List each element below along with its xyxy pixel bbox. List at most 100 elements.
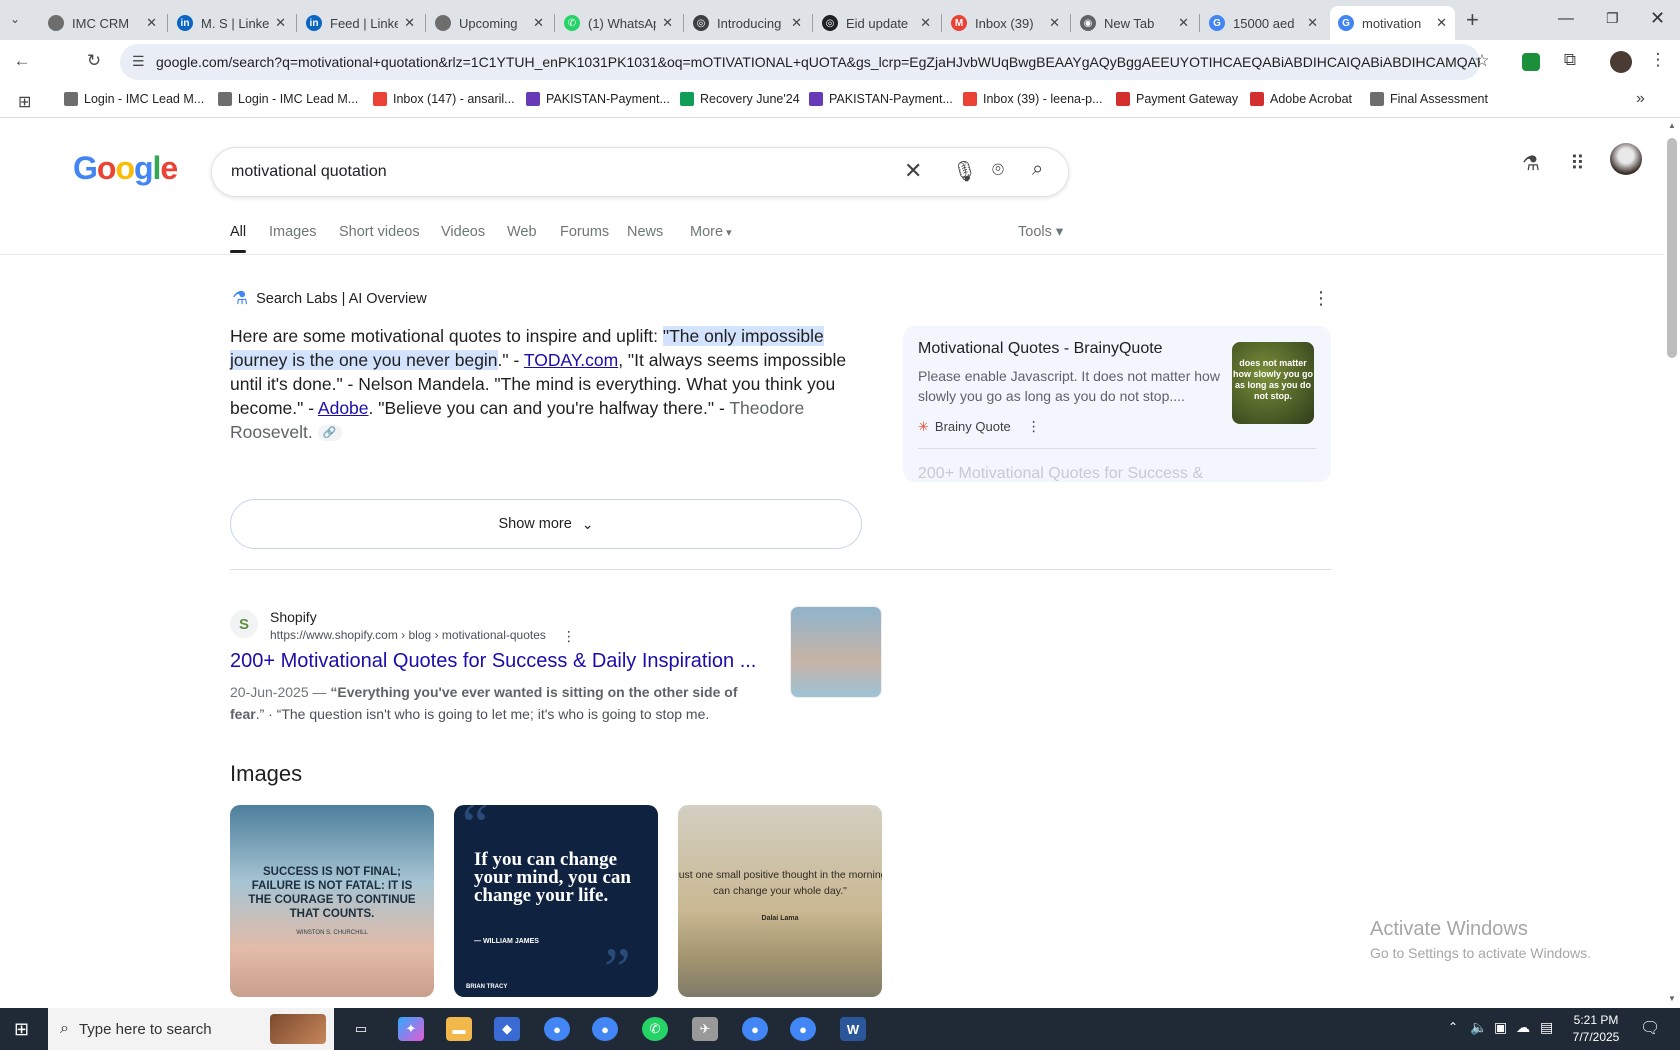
tab-search-chevron-icon[interactable]: ⌄ (10, 12, 20, 26)
tab-4[interactable]: Upcoming ✕ (427, 6, 552, 40)
bookmark-item[interactable]: Inbox (147) - ansaril... (373, 92, 515, 106)
tab-3[interactable]: in Feed | LinkedIn ✕ (298, 6, 423, 40)
tab-7[interactable]: ◎ Eid update ✕ (814, 6, 939, 40)
more-options-icon[interactable]: ⋮ (562, 628, 576, 645)
chrome-icon[interactable]: ● (790, 1017, 816, 1041)
apps-grid-icon[interactable]: ⊞ (18, 92, 31, 112)
tools-menu[interactable]: Tools ▾ (1018, 224, 1063, 240)
scroll-down-icon[interactable]: ▼ (1668, 994, 1676, 1003)
tab-2[interactable]: in M. S | LinkedIn ✕ (169, 6, 294, 40)
network-icon[interactable]: ▤ (1540, 1019, 1553, 1036)
tab-close-icon[interactable]: ✕ (404, 15, 415, 31)
today-link[interactable]: TODAY.com (524, 350, 618, 370)
tab-1[interactable]: IMC CRM ✕ (40, 6, 165, 40)
search-tab-images[interactable]: Images (269, 224, 317, 240)
file-explorer-icon[interactable]: ▬ (446, 1017, 472, 1041)
google-logo[interactable]: Google (73, 150, 178, 187)
bookmark-item[interactable]: PAKISTAN-Payment... (809, 92, 953, 106)
bookmark-item[interactable]: Recovery June'24 (680, 92, 800, 106)
tab-10[interactable]: G 15000 aed ✕ (1201, 6, 1326, 40)
tab-8[interactable]: M Inbox (39) ✕ (943, 6, 1068, 40)
tab-close-icon[interactable]: ✕ (920, 15, 931, 31)
scrollbar-thumb[interactable] (1667, 138, 1677, 358)
task-view-icon[interactable]: ▭ (348, 1017, 374, 1041)
tab-close-icon[interactable]: ✕ (146, 15, 157, 31)
apps-grid-icon[interactable]: ⠿ (1570, 151, 1585, 176)
search-tab-forums[interactable]: Forums (560, 224, 609, 240)
next-source-title[interactable]: 200+ Motivational Quotes for Success & (918, 465, 1203, 482)
bookmark-item[interactable]: Payment Gateway (1116, 92, 1238, 106)
source-card-title[interactable]: Motivational Quotes - BrainyQuote (918, 340, 1163, 358)
app-icon[interactable]: ✈ (692, 1017, 718, 1041)
citation-link-icon[interactable]: 🔗 (317, 425, 342, 442)
source-thumbnail[interactable]: does not matter how slowly you go as lon… (1232, 342, 1314, 424)
extension-icon[interactable] (1522, 53, 1540, 71)
site-info-icon[interactable]: ☰ (132, 53, 145, 70)
tab-close-icon[interactable]: ✕ (275, 15, 286, 31)
restore-icon[interactable]: ❐ (1606, 10, 1619, 27)
labs-flask-icon[interactable]: ⚗ (1522, 151, 1540, 176)
result-title[interactable]: 200+ Motivational Quotes for Success & D… (230, 650, 756, 673)
notifications-icon[interactable]: 🗨 (1640, 1018, 1660, 1038)
taskbar-search-box[interactable]: ⌕ Type here to search (48, 1008, 334, 1050)
whatsapp-icon[interactable]: ✆ (642, 1017, 668, 1041)
tray-icon[interactable]: ▣ (1494, 1019, 1507, 1036)
search-input[interactable]: motivational quotation (231, 163, 387, 181)
scroll-up-icon[interactable]: ▲ (1668, 121, 1676, 130)
reload-icon[interactable]: ↻ (82, 51, 106, 71)
chrome-icon[interactable]: ● (592, 1017, 618, 1041)
app-icon[interactable]: ◆ (494, 1017, 520, 1041)
tab-close-icon[interactable]: ✕ (1178, 15, 1189, 31)
search-tab-videos[interactable]: Videos (441, 224, 485, 240)
onedrive-icon[interactable]: ☁ (1516, 1019, 1530, 1036)
tab-5[interactable]: ✆ (1) WhatsApp ✕ (556, 6, 681, 40)
result-url[interactable]: https://www.shopify.com › blog › motivat… (270, 628, 576, 645)
tab-close-icon[interactable]: ✕ (791, 15, 802, 31)
bookmark-item[interactable]: Inbox (39) - leena-p... (963, 92, 1103, 106)
bookmark-item[interactable]: Login - IMC Lead M... (64, 92, 204, 106)
address-bar[interactable]: ☰ google.com/search?q=motivational+quota… (120, 44, 1480, 80)
tab-close-icon[interactable]: ✕ (1049, 15, 1060, 31)
extensions-puzzle-icon[interactable]: ⧉ (1558, 50, 1582, 70)
clear-search-icon[interactable]: ✕ (904, 158, 922, 184)
page-scrollbar[interactable]: ▲ ▼ (1664, 118, 1680, 1008)
new-tab-icon[interactable]: + (1466, 7, 1479, 33)
clock[interactable]: 5:21 PM 7/7/2025 (1566, 1012, 1626, 1046)
source-card[interactable]: Motivational Quotes - BrainyQuote Please… (903, 326, 1331, 482)
search-icon[interactable]: ⌕ (1032, 158, 1043, 181)
bookmark-overflow-icon[interactable]: » (1636, 90, 1645, 108)
voice-search-icon[interactable]: 🎙 (952, 159, 977, 184)
tab-11[interactable]: Gmotivation ✕ (1330, 6, 1455, 40)
image-result-2[interactable]: “ If you can change your mind, you can c… (454, 805, 658, 997)
tab-close-icon[interactable]: ✕ (533, 15, 544, 31)
bookmark-item[interactable]: Final Assessment (1370, 92, 1488, 106)
bookmark-item[interactable]: Login - IMC Lead M... (218, 92, 358, 106)
search-tab-web[interactable]: Web (507, 224, 537, 240)
speaker-icon[interactable]: 🔈 (1470, 1019, 1487, 1036)
lens-search-icon[interactable]: ⌾ (992, 159, 1004, 182)
search-tab-short-videos[interactable]: Short videos (339, 224, 420, 240)
close-window-icon[interactable]: ✕ (1650, 8, 1665, 29)
image-result-1[interactable]: SUCCESS IS NOT FINAL; FAILURE IS NOT FAT… (230, 805, 434, 997)
search-tab-news[interactable]: News (627, 224, 663, 240)
tab-9[interactable]: ◉ New Tab ✕ (1072, 6, 1197, 40)
chrome-icon[interactable]: ● (544, 1017, 570, 1041)
show-more-button[interactable]: Show more ⌄ (230, 499, 862, 549)
tab-close-icon[interactable]: ✕ (1436, 15, 1447, 31)
bookmark-star-icon[interactable]: ☆ (1470, 51, 1494, 71)
bookmark-item[interactable]: PAKISTAN-Payment... (526, 92, 670, 106)
bookmark-item[interactable]: Adobe Acrobat (1250, 92, 1352, 106)
ai-overview-menu-icon[interactable]: ⋮ (1312, 288, 1330, 309)
word-icon[interactable]: W (840, 1017, 866, 1041)
tab-6[interactable]: ◎ Introducing ✕ (685, 6, 810, 40)
back-icon[interactable]: ← (10, 51, 34, 71)
account-avatar[interactable] (1610, 143, 1642, 175)
tab-close-icon[interactable]: ✕ (662, 15, 673, 31)
copilot-icon[interactable]: ✦ (398, 1017, 424, 1041)
more-options-icon[interactable]: ⋮ (1027, 418, 1041, 435)
image-result-3[interactable]: Just one small positive thought in the m… (678, 805, 882, 997)
tab-close-icon[interactable]: ✕ (1307, 15, 1318, 31)
result-thumbnail[interactable] (790, 606, 882, 698)
search-tab-more[interactable]: More ▾ (690, 224, 732, 240)
start-windows-icon[interactable]: ⊞ (14, 1019, 29, 1040)
